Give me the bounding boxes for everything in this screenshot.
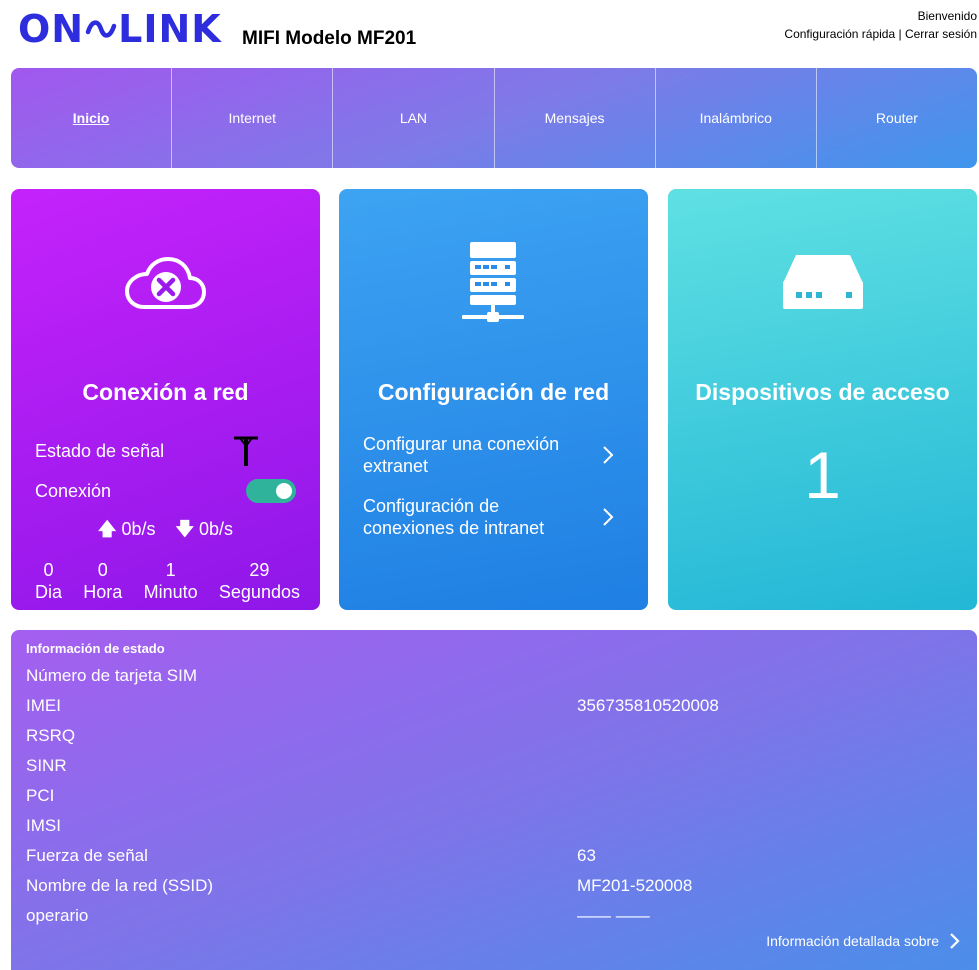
nav-item-inalambrico[interactable]: Inalámbrico: [656, 68, 817, 168]
timer-seconds: 29 Segundos: [219, 559, 300, 603]
router-device-icon: [783, 255, 863, 309]
devices-card-title: Dispositivos de acceso: [695, 379, 950, 405]
nav-item-inicio[interactable]: Inicio: [11, 68, 173, 168]
status-panel: Información de estado Número de tarjeta …: [11, 630, 977, 970]
status-label: SINR: [26, 756, 67, 775]
status-value: MF201-520008: [577, 876, 693, 895]
download-speed: 0b/s: [199, 519, 234, 539]
status-label: IMSI: [26, 816, 61, 835]
status-label: operario: [26, 906, 89, 925]
status-row-imei: IMEI 356735810520008: [26, 696, 962, 726]
nav-item-internet[interactable]: Internet: [172, 68, 334, 168]
connection-toggle[interactable]: [246, 479, 296, 503]
nav-item-router[interactable]: Router: [817, 68, 977, 168]
quick-config-link[interactable]: Configuración rápida: [784, 27, 895, 41]
signal-row: Estado de señal: [35, 435, 296, 467]
onlink-logo: ON LINK: [18, 8, 222, 50]
connection-timer: 0 Dia 0 Hora 1 Minuto 29 Segundos: [35, 559, 300, 603]
status-row-rsrq: RSRQ: [26, 726, 962, 756]
timer-seconds-label: Segundos: [218, 582, 300, 602]
nav-item-lan[interactable]: LAN: [333, 68, 495, 168]
config-card-title: Configuración de red: [377, 379, 610, 405]
status-row-pci: PCI: [26, 786, 962, 816]
status-value: 63: [577, 846, 596, 865]
upload-speed: 0b/s: [121, 519, 156, 539]
detail-info-label: Información detallada sobre: [766, 933, 939, 949]
status-label: RSRQ: [26, 726, 76, 745]
timer-days: 0 Dia: [35, 559, 62, 603]
nav-item-mensajes[interactable]: Mensajes: [495, 68, 656, 168]
status-row-imsi: IMSI: [26, 816, 962, 846]
connection-row: Conexión: [35, 479, 296, 503]
signal-label: Estado de señal: [35, 440, 165, 461]
device-count: 1: [804, 438, 841, 512]
timer-minutes-label: Minuto: [143, 582, 198, 602]
extranet-config-link[interactable]: Configurar una conexión extranet: [363, 433, 614, 477]
server-icon: [462, 242, 524, 322]
logo-text-left: ON: [18, 7, 85, 51]
network-config-card: Configuración de red Configurar una cone…: [339, 189, 648, 610]
network-connection-card: Conexión a red Estado de señal Conexión …: [11, 189, 320, 610]
chevron-right-icon: [603, 446, 614, 464]
download-arrow-icon: 🡇: [175, 519, 195, 539]
timer-hours-value: 0: [97, 560, 108, 580]
logo-text-right: LINK: [118, 7, 222, 51]
access-devices-card[interactable]: Dispositivos de acceso 1: [668, 189, 977, 610]
intranet-config-link[interactable]: Configuración de conexiones de intranet: [363, 495, 614, 539]
status-label: Nombre de la red (SSID): [26, 876, 214, 895]
timer-minutes-value: 1: [165, 560, 176, 580]
welcome-text: Bienvenido: [917, 9, 977, 23]
intranet-config-label: Configuración de conexiones de intranet: [363, 496, 545, 538]
main-nav: Inicio Internet LAN Mensajes Inalámbrico…: [11, 68, 977, 168]
status-row-ssid: Nombre de la red (SSID) MF201-520008: [26, 876, 962, 906]
status-row-sinr: SINR: [26, 756, 962, 786]
network-card-title: Conexión a red: [82, 379, 249, 405]
timer-hours-label: Hora: [83, 582, 123, 602]
status-heading: Información de estado: [26, 641, 165, 656]
status-value: —— ——: [577, 906, 650, 925]
status-label: IMEI: [26, 696, 61, 715]
status-row-sim: Número de tarjeta SIM: [26, 666, 962, 696]
model-title: MIFI Modelo MF201: [242, 28, 417, 49]
top-links: Configuración rápida | Cerrar sesión: [784, 27, 977, 41]
timer-days-label: Dia: [35, 582, 63, 602]
upload-arrow-icon: 🡅: [97, 519, 117, 539]
status-label: PCI: [26, 786, 55, 805]
timer-seconds-value: 29: [249, 560, 270, 580]
logout-link[interactable]: Cerrar sesión: [905, 27, 977, 41]
speed-indicator: 🡅 0b/s 🡇 0b/s: [11, 517, 320, 547]
chevron-right-icon: [603, 508, 614, 526]
antenna-icon: [234, 436, 258, 466]
timer-minutes: 1 Minuto: [144, 559, 198, 603]
cloud-disconnected-icon: [125, 257, 206, 309]
status-value: 356735810520008: [577, 696, 719, 715]
status-row-signal-strength: Fuerza de señal 63: [26, 846, 962, 876]
extranet-config-label: Configurar una conexión extranet: [363, 434, 560, 476]
chevron-right-icon: [950, 933, 960, 949]
connection-label: Conexión: [35, 480, 112, 501]
status-label: Fuerza de señal: [26, 846, 148, 865]
detail-info-link[interactable]: Información detallada sobre: [766, 932, 961, 950]
timer-days-value: 0: [43, 560, 54, 580]
separator: |: [898, 27, 902, 41]
logo-wave-icon: [85, 20, 117, 38]
status-label: Número de tarjeta SIM: [26, 666, 198, 685]
timer-hours: 0 Hora: [83, 559, 122, 603]
